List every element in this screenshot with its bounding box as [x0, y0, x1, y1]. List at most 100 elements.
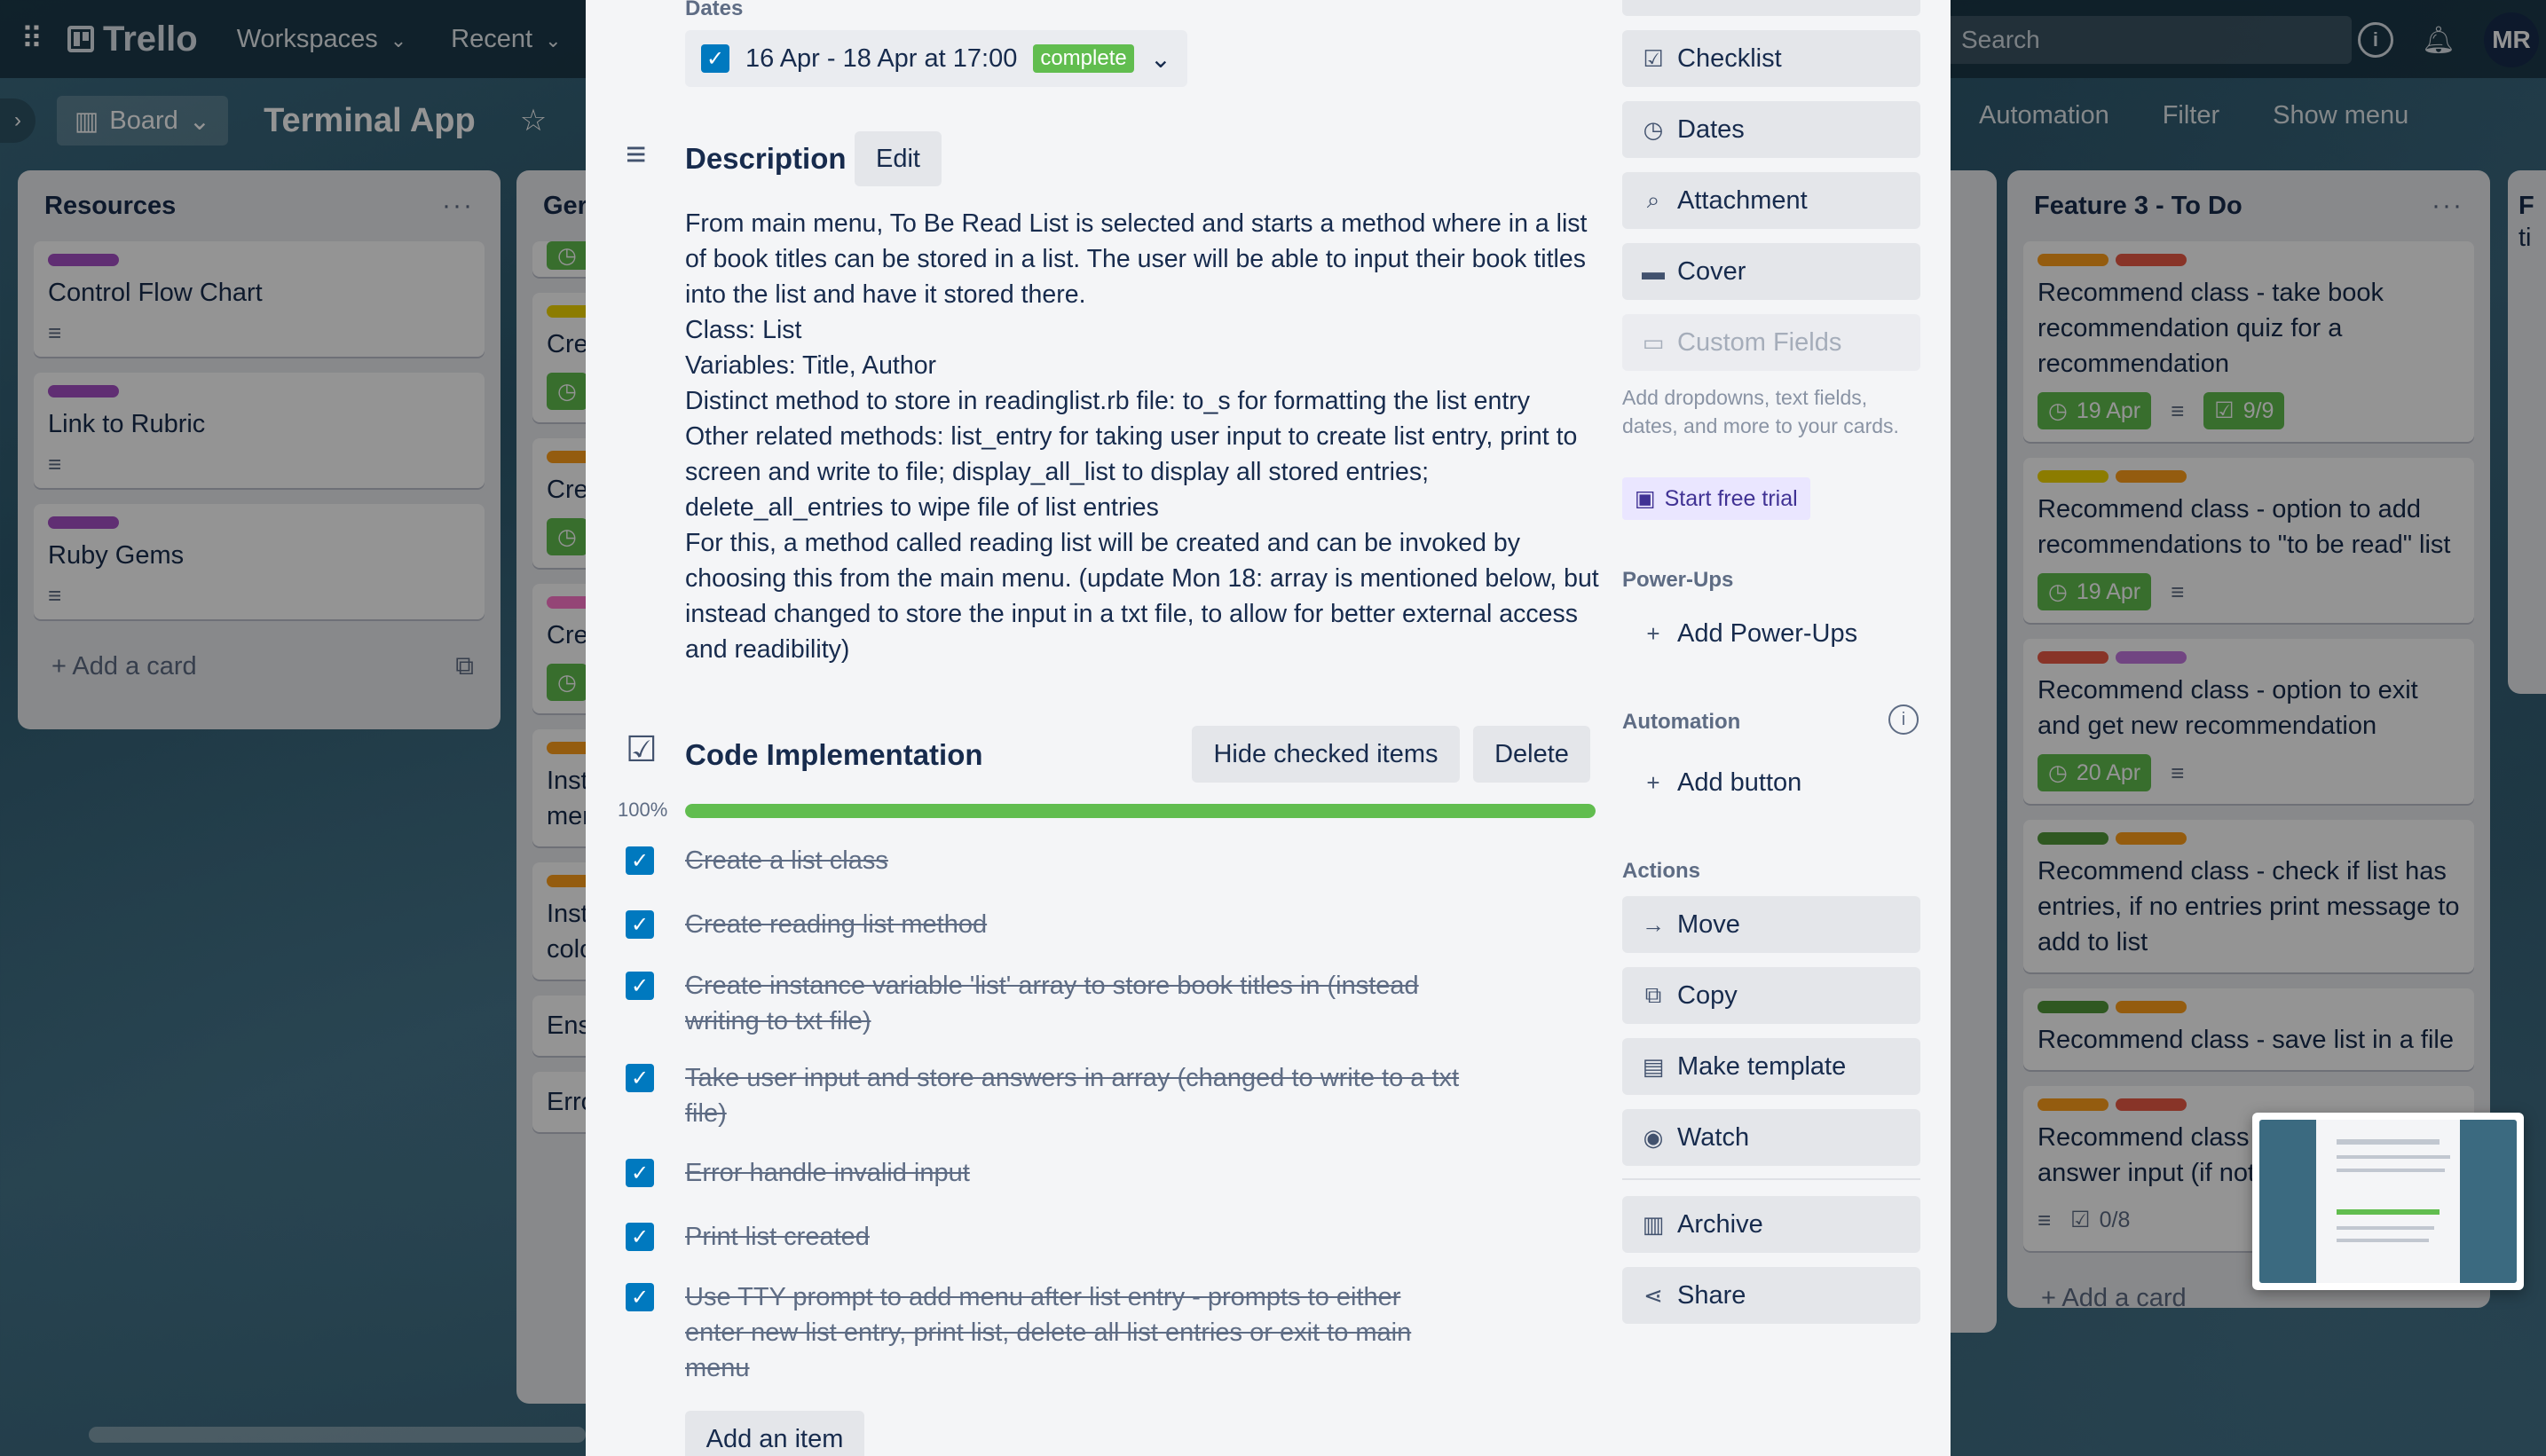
add-powerups-button[interactable]: + Add Power-Ups: [1622, 605, 1920, 662]
thumbnail-line: [2337, 1155, 2450, 1160]
automation-heading: Automation: [1622, 710, 1741, 734]
checklist-item[interactable]: ✓ Use TTY prompt to add menu after list …: [626, 1279, 1602, 1386]
move-button[interactable]: → Move: [1622, 896, 1920, 953]
share-button[interactable]: ⋖ Share: [1622, 1267, 1920, 1324]
dates-button[interactable]: ◷ Dates: [1622, 101, 1920, 158]
delete-checklist-button[interactable]: Delete: [1473, 726, 1590, 783]
watch-button[interactable]: ◉ Watch: [1622, 1109, 1920, 1166]
description-line: For this, a method called reading list w…: [685, 529, 1599, 664]
button-label: Share: [1677, 1280, 1746, 1310]
description-line: Class: List: [685, 316, 802, 344]
checkbox-checked-icon[interactable]: ✓: [626, 972, 654, 1000]
checklist-progress-bar: [685, 804, 1596, 818]
checklist-icon: ☑: [1643, 44, 1664, 72]
add-item-button[interactable]: Add an item: [685, 1411, 864, 1456]
button-label: Start free trial: [1664, 485, 1798, 511]
checkbox-checked-icon[interactable]: ✓: [626, 1064, 654, 1092]
description-line: Distinct method to store in readinglist.…: [685, 387, 1530, 415]
checklist-item-text[interactable]: Create instance variable 'list' array to…: [685, 968, 1466, 1039]
custom-fields-upsell: Add dropdowns, text fields, dates, and m…: [1622, 386, 1899, 437]
chevron-down-icon: ⌄: [1149, 44, 1172, 74]
screenshot-thumbnail[interactable]: [2252, 1113, 2524, 1290]
gift-icon: ▣: [1635, 486, 1656, 511]
thumbnail-preview: [2259, 1120, 2517, 1283]
attachment-button[interactable]: ⌕ Attachment: [1622, 172, 1920, 229]
checkbox-checked-icon[interactable]: ✓: [626, 910, 654, 939]
button-label: Cover: [1677, 256, 1746, 286]
checkbox-checked-icon[interactable]: ✓: [626, 1159, 654, 1187]
button-label: Checklist: [1677, 43, 1782, 73]
copy-icon: ⧉: [1644, 981, 1662, 1008]
archive-icon: ▥: [1642, 1210, 1665, 1238]
add-button-button[interactable]: + Add button: [1622, 754, 1920, 811]
checklist-item[interactable]: ✓ Create reading list method: [626, 907, 1602, 942]
checklist-item-text[interactable]: Create reading list method: [685, 907, 1466, 942]
checklist-icon: ☑: [626, 730, 658, 769]
plus-icon: +: [1646, 768, 1660, 796]
thumbnail-line: [2337, 1225, 2435, 1230]
button-label: Archive: [1677, 1209, 1763, 1239]
checklist-item[interactable]: ✓ Create a list class: [626, 843, 1602, 878]
progress-percent: 100%: [618, 799, 668, 821]
copy-button[interactable]: ⧉ Copy: [1622, 967, 1920, 1024]
checklist-button[interactable]: ☑ Checklist: [1622, 30, 1920, 87]
checkbox-checked-icon[interactable]: ✓: [701, 44, 729, 73]
custom-fields-button[interactable]: ▭ Custom Fields: [1622, 314, 1920, 371]
description-text[interactable]: From main menu, To Be Read List is selec…: [685, 206, 1608, 667]
card-detail-modal: Dates ✓ 16 Apr - 18 Apr at 17:00 complet…: [586, 0, 1951, 1456]
sidebar-button-hidden[interactable]: [1622, 0, 1920, 16]
checklist-item[interactable]: ✓ Error handle invalid input: [626, 1155, 1602, 1191]
checklist-item[interactable]: ✓ Create instance variable 'list' array …: [626, 968, 1602, 1039]
template-icon: ▤: [1642, 1052, 1665, 1080]
button-label: Watch: [1677, 1122, 1750, 1152]
checklist-item-text[interactable]: Print list created: [685, 1219, 1466, 1255]
cover-button[interactable]: ▬ Cover: [1622, 243, 1920, 300]
description-line: Other related methods: list_entry for ta…: [685, 422, 1578, 522]
hide-checked-button[interactable]: Hide checked items: [1192, 726, 1460, 783]
button-label: Attachment: [1677, 185, 1808, 215]
archive-button[interactable]: ▥ Archive: [1622, 1196, 1920, 1253]
powerups-heading: Power-Ups: [1622, 568, 1734, 592]
checklist-item-text[interactable]: Use TTY prompt to add menu after list en…: [685, 1279, 1466, 1386]
custom-fields-icon: ▭: [1642, 328, 1665, 356]
checklist-title[interactable]: Code Implementation: [685, 738, 983, 772]
actions-heading: Actions: [1622, 859, 1701, 883]
plus-icon: +: [1646, 619, 1660, 647]
progress-fill: [685, 804, 1596, 818]
description-icon: ≡: [626, 135, 647, 174]
button-label: Dates: [1677, 114, 1745, 144]
thumbnail-line: [2337, 1209, 2440, 1216]
checklist-item-text[interactable]: Error handle invalid input: [685, 1155, 1466, 1191]
eye-icon: ◉: [1643, 1123, 1664, 1151]
thumbnail-line: [2337, 1239, 2430, 1243]
button-label: Make template: [1677, 1051, 1847, 1081]
checklist-item-text[interactable]: Create a list class: [685, 843, 1466, 878]
checklist-item-text[interactable]: Take user input and store answers in arr…: [685, 1060, 1466, 1131]
description-line: Variables: Title, Author: [685, 351, 937, 380]
divider: [1622, 1178, 1920, 1180]
checkbox-checked-icon[interactable]: ✓: [626, 1283, 654, 1311]
dates-dropdown[interactable]: ✓ 16 Apr - 18 Apr at 17:00 complete ⌄: [685, 30, 1188, 87]
share-icon: ⋖: [1643, 1281, 1663, 1309]
edit-button[interactable]: Edit: [855, 131, 942, 186]
description-line: From main menu, To Be Read List is selec…: [685, 209, 1588, 309]
arrow-right-icon: →: [1642, 910, 1665, 938]
button-label: Move: [1677, 909, 1740, 939]
paperclip-icon: ⌕: [1646, 186, 1660, 213]
start-free-trial-button[interactable]: ▣ Start free trial: [1622, 477, 1810, 520]
dates-heading: Dates: [685, 0, 744, 20]
clock-icon: ◷: [1643, 115, 1664, 143]
thumbnail-line: [2337, 1169, 2445, 1173]
checkbox-checked-icon[interactable]: ✓: [626, 1223, 654, 1251]
thumbnail-line: [2337, 1139, 2440, 1145]
button-label: Copy: [1677, 980, 1738, 1010]
checklist-item[interactable]: ✓ Take user input and store answers in a…: [626, 1060, 1602, 1131]
checklist-item[interactable]: ✓ Print list created: [626, 1219, 1602, 1255]
make-template-button[interactable]: ▤ Make template: [1622, 1038, 1920, 1095]
button-label: Add button: [1677, 767, 1802, 797]
description-title: Description: [685, 142, 847, 175]
status-badge: complete: [1033, 44, 1134, 73]
info-icon[interactable]: i: [1888, 704, 1919, 735]
button-label: Add Power-Ups: [1677, 618, 1858, 648]
checkbox-checked-icon[interactable]: ✓: [626, 846, 654, 875]
